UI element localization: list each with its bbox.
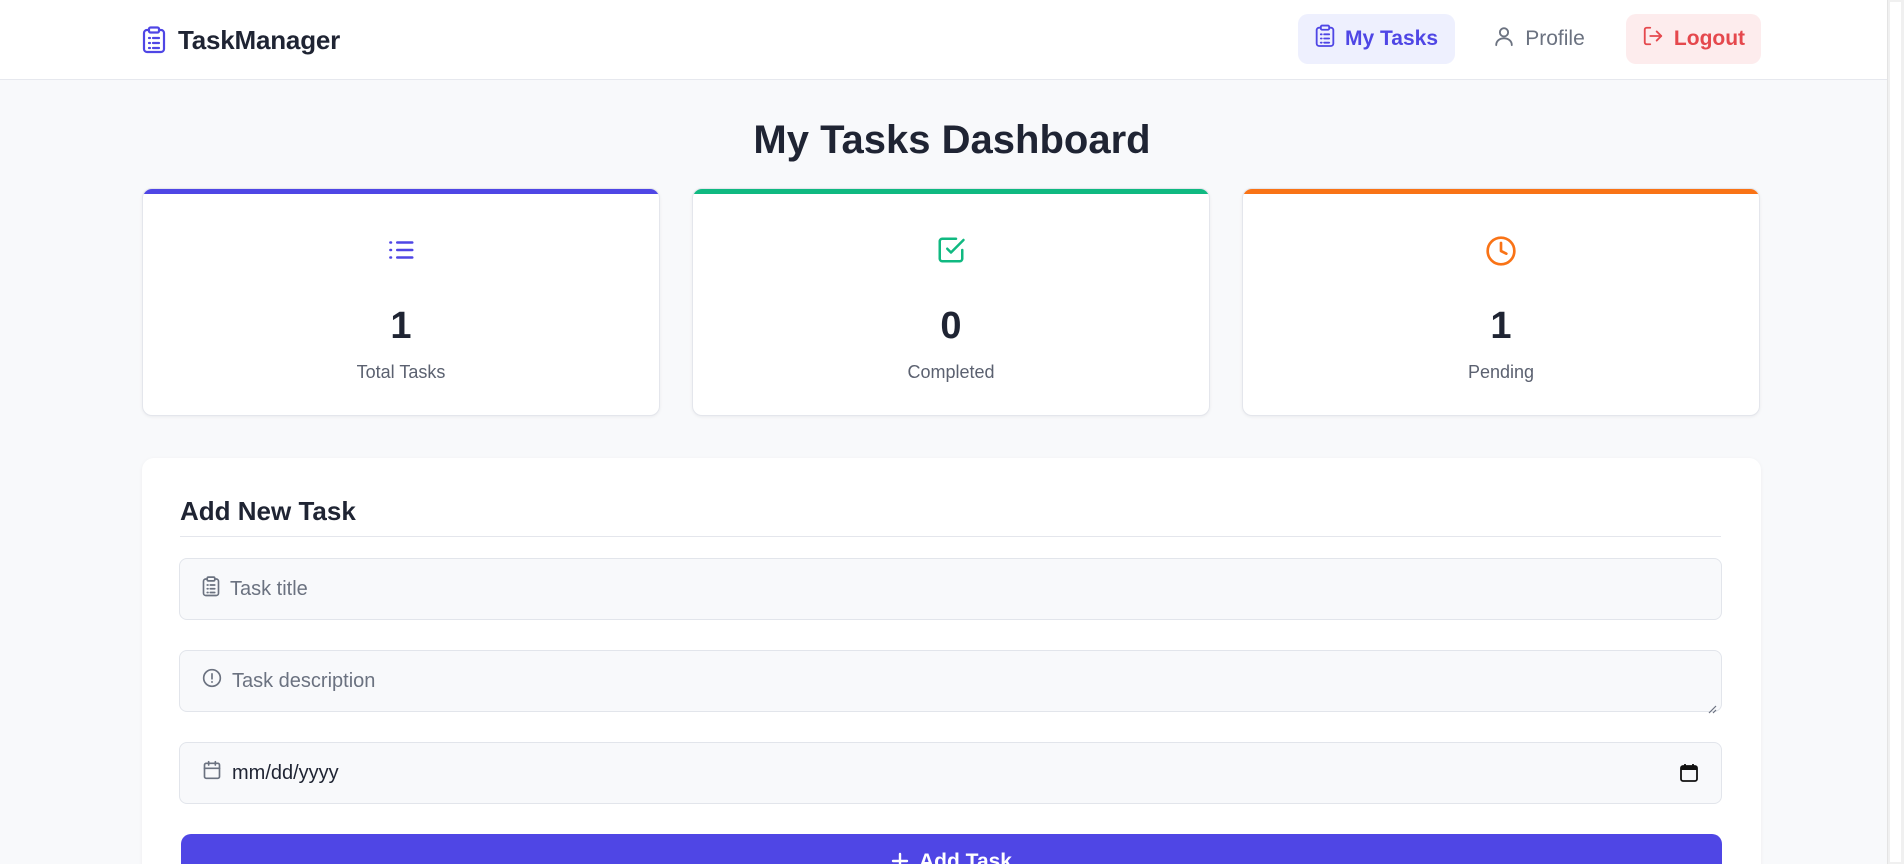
nav-my-tasks-label: My Tasks <box>1345 27 1438 50</box>
clipboard-list-icon <box>142 25 168 55</box>
add-task-button[interactable]: Add Task <box>181 834 1722 864</box>
task-title-input[interactable]: Task title <box>179 558 1722 620</box>
stat-value-pending: 1 <box>1490 305 1512 347</box>
date-picker-icon[interactable] <box>1679 763 1699 783</box>
stat-value-completed: 0 <box>940 305 962 347</box>
stat-label-pending: Pending <box>1467 362 1535 382</box>
stat-card-accent-bar <box>1243 189 1759 194</box>
stat-card-total: 1 Total Tasks <box>142 188 660 416</box>
nav-profile-button[interactable]: Profile <box>1470 14 1608 64</box>
clipboard-icon <box>202 575 220 603</box>
plus-icon <box>891 850 909 864</box>
stat-card-pending: 1 Pending <box>1242 188 1760 416</box>
form-title: Add New Task <box>180 496 356 526</box>
nav-logout-label: Logout <box>1673 27 1746 50</box>
task-description-placeholder: Task description <box>232 669 376 692</box>
add-task-form: Add New Task Task title Task description <box>142 458 1761 864</box>
stat-card-completed: 0 Completed <box>692 188 1210 416</box>
brand-name: TaskManager <box>178 24 341 55</box>
alert-circle-icon <box>202 668 222 694</box>
nav-profile-label: Profile <box>1525 27 1585 50</box>
scrollbar-thumb[interactable] <box>1890 2 1901 862</box>
clock-icon <box>1243 235 1759 269</box>
nav-my-tasks-button[interactable]: My Tasks <box>1298 14 1455 64</box>
calendar-icon <box>202 760 222 786</box>
task-title-placeholder: Task title <box>230 577 308 600</box>
task-description-textarea[interactable]: Task description <box>179 650 1722 714</box>
stat-value-total: 1 <box>390 305 412 347</box>
nav-logout-button[interactable]: Logout <box>1626 14 1761 64</box>
list-icon <box>143 235 659 269</box>
logout-icon <box>1642 25 1664 53</box>
add-task-label: Add Task <box>919 850 1012 864</box>
brand[interactable]: TaskManager <box>142 22 340 58</box>
task-due-date-placeholder: mm/dd/yyyy <box>232 761 339 784</box>
check-square-icon <box>693 235 1209 269</box>
user-icon <box>1493 24 1515 54</box>
page-scrollbar[interactable] <box>1887 0 1904 864</box>
stat-label-total: Total Tasks <box>356 362 446 382</box>
task-due-date-input[interactable]: mm/dd/yyyy <box>179 742 1722 804</box>
stat-card-accent-bar <box>143 189 659 194</box>
page-title: My Tasks Dashboard <box>753 118 1151 162</box>
stat-card-accent-bar <box>693 189 1209 194</box>
form-divider <box>180 536 1721 537</box>
top-navbar: TaskManager My Tasks Profile Logout <box>0 0 1904 80</box>
stat-label-completed: Completed <box>907 362 995 382</box>
clipboard-icon <box>1315 24 1335 54</box>
resize-handle-icon[interactable] <box>1707 697 1717 714</box>
